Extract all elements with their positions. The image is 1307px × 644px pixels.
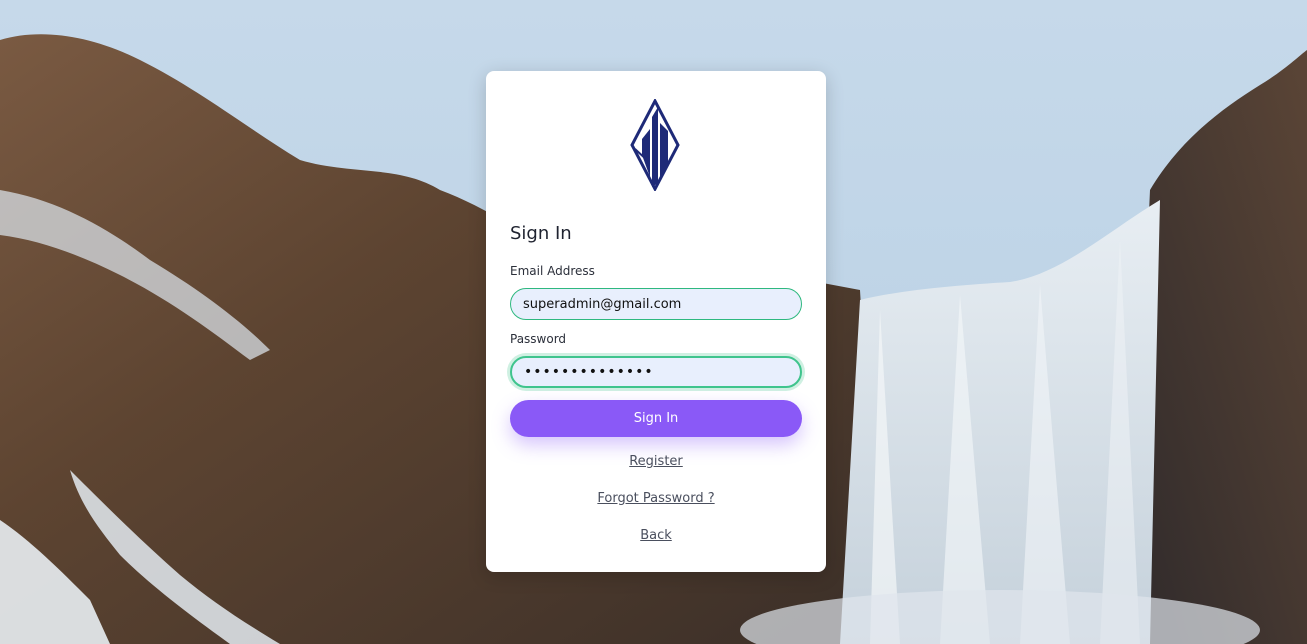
sign-in-button[interactable]: Sign In [510, 400, 802, 437]
password-label: Password [510, 332, 567, 346]
login-card: Sign In Email Address Password Sign In R… [486, 71, 826, 572]
forgot-password-link[interactable]: Forgot Password ? [486, 491, 826, 506]
email-field[interactable] [510, 288, 802, 320]
brand-diamond-logo-icon [630, 99, 680, 191]
email-label: Email Address [510, 264, 595, 278]
login-page: Sign In Email Address Password Sign In R… [0, 0, 1307, 644]
back-link[interactable]: Back [486, 528, 826, 543]
page-title: Sign In [510, 223, 572, 244]
register-link[interactable]: Register [486, 454, 826, 469]
password-field[interactable] [510, 356, 802, 388]
